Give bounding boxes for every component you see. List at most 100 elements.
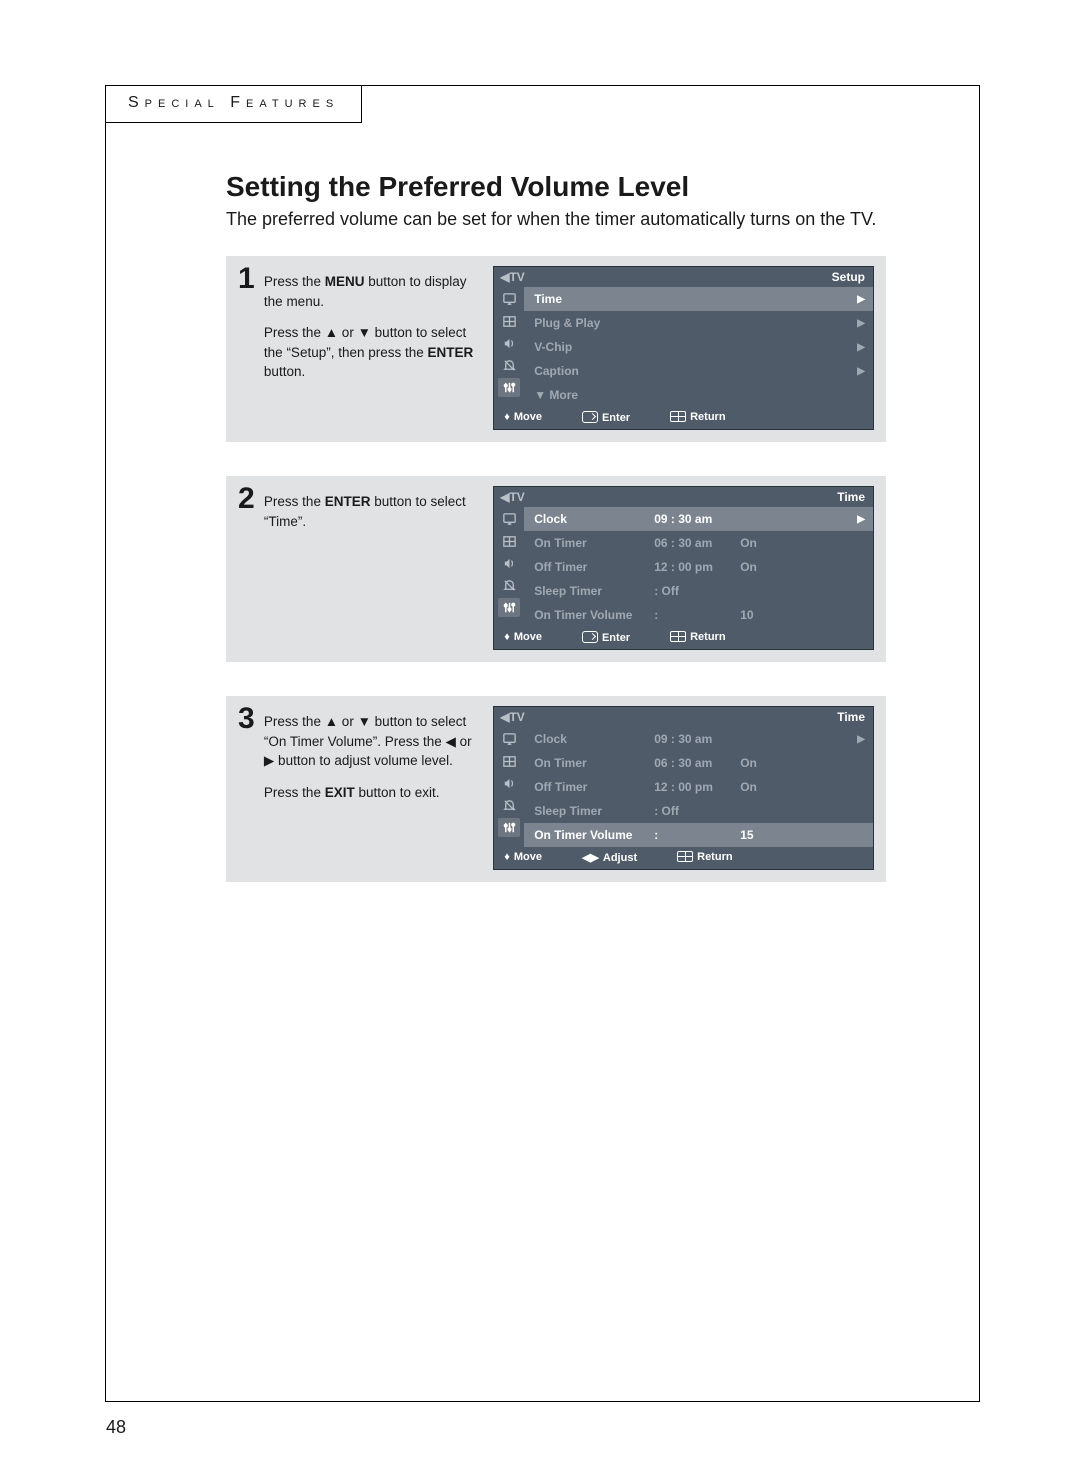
menu-item-state: On bbox=[740, 756, 780, 770]
menu-item-value: 09 : 30 am bbox=[654, 732, 740, 746]
steps-list: 1Press the MENU button to display the me… bbox=[226, 256, 939, 882]
sliders-icon bbox=[498, 598, 520, 617]
osd-menu-item: On Timer Volume:15 bbox=[524, 823, 873, 847]
step-instructions: Press the MENU button to display the men… bbox=[264, 266, 493, 394]
content-area: Setting the Preferred Volume Level The p… bbox=[226, 171, 939, 916]
osd-menu-list: Clock09 : 30 am▶On Timer06 : 30 amOnOff … bbox=[524, 507, 873, 627]
instruction-paragraph: Press the ▲ or ▼ button to select “On Ti… bbox=[264, 712, 481, 771]
footer-hint-enter: Enter bbox=[582, 411, 630, 424]
menu-item-label: ▼ More bbox=[534, 388, 654, 402]
menu-item-state: On bbox=[740, 560, 780, 574]
menu-item-arrow-icon: ▶ bbox=[780, 514, 865, 525]
menu-item-arrow-icon: ▶ bbox=[780, 294, 865, 305]
step-block: 2Press the ENTER button to select “Time”… bbox=[226, 476, 886, 662]
osd-menu-item: Clock09 : 30 am▶ bbox=[524, 507, 873, 531]
menu-item-state: On bbox=[740, 780, 780, 794]
instruction-paragraph: Press the ▲ or ▼ button to select the “S… bbox=[264, 323, 481, 382]
menu-item-value: 12 : 00 pm bbox=[654, 560, 740, 574]
osd-menu-item: Off Timer12 : 00 pmOn bbox=[524, 775, 873, 799]
menu-item-state: 15 bbox=[740, 828, 780, 842]
mute-icon bbox=[498, 356, 520, 375]
sliders-icon bbox=[498, 818, 520, 837]
instruction-paragraph: Press the ENTER button to select “Time”. bbox=[264, 492, 481, 531]
menu-item-label: Time bbox=[534, 292, 654, 306]
menu-item-state: On bbox=[740, 536, 780, 550]
footer-hint-move: ♦Move bbox=[504, 631, 542, 644]
screen-icon bbox=[498, 510, 520, 529]
osd-menu-item: Clock09 : 30 am▶ bbox=[524, 727, 873, 751]
osd-body: Clock09 : 30 am▶On Timer06 : 30 amOnOff … bbox=[494, 727, 873, 847]
menu-item-label: Sleep Timer bbox=[534, 804, 654, 818]
step-block: 1Press the MENU button to display the me… bbox=[226, 256, 886, 442]
step-block: 3Press the ▲ or ▼ button to select “On T… bbox=[226, 696, 886, 882]
osd-footer: ♦MoveEnterReturn bbox=[494, 407, 873, 429]
menu-item-arrow-icon: ▶ bbox=[780, 366, 865, 377]
osd-body: Time ▶ Plug & Play▶ V-Chip ▶ Caption ▶ ▼ More bbox=[494, 287, 873, 407]
step-number: 2 bbox=[238, 484, 264, 514]
osd-menu-item: ▼ More bbox=[524, 383, 873, 407]
osd-screenshot: TVTimeClock09 : 30 am▶On Timer06 : 30 am… bbox=[493, 706, 874, 870]
menu-item-value: 12 : 00 pm bbox=[654, 780, 740, 794]
osd-menu-item: Time ▶ bbox=[524, 287, 873, 311]
speaker-icon bbox=[498, 774, 520, 793]
menu-item-value: : Off bbox=[654, 584, 740, 598]
osd-header: TV Time bbox=[494, 707, 873, 727]
menu-item-label: Caption bbox=[534, 364, 654, 378]
osd-menu-item: Sleep Timer: Off bbox=[524, 799, 873, 823]
menu-item-value: 06 : 30 am bbox=[654, 536, 740, 550]
menu-item-label: Plug & Play bbox=[534, 316, 654, 330]
instruction-paragraph: Press the EXIT button to exit. bbox=[264, 783, 481, 803]
menu-item-value: : bbox=[654, 608, 740, 622]
menu-item-label: On Timer Volume bbox=[534, 828, 654, 842]
footer-hint-return: Return bbox=[670, 411, 725, 424]
screen-icon bbox=[498, 730, 520, 749]
menu-item-label: Off Timer bbox=[534, 780, 654, 794]
menu-item-label: On Timer bbox=[534, 756, 654, 770]
osd-footer: ♦Move Enter Return bbox=[494, 627, 873, 649]
menu-item-label: Off Timer bbox=[534, 560, 654, 574]
menu-item-label: V-Chip bbox=[534, 340, 654, 354]
step-instructions: Press the ▲ or ▼ button to select “On Ti… bbox=[264, 706, 493, 814]
osd-screenshot: TV Setup Time ▶ Plug & Play▶ V-Chip ▶ Caption ▶ ▼… bbox=[493, 266, 874, 430]
enter-icon bbox=[582, 631, 598, 643]
section-tab: Special Features bbox=[105, 85, 362, 123]
osd-menu-item: Plug & Play▶ bbox=[524, 311, 873, 335]
page-frame: Special Features Setting the Preferred V… bbox=[105, 85, 980, 1402]
menu-item-label: On Timer Volume bbox=[534, 608, 654, 622]
sliders-icon bbox=[498, 378, 520, 397]
osd-source-label: TV bbox=[500, 270, 525, 284]
speaker-icon bbox=[498, 554, 520, 573]
footer-hint-enter: Enter bbox=[582, 631, 630, 644]
menu-item-state: 10 bbox=[740, 608, 780, 622]
step-number: 3 bbox=[238, 704, 264, 734]
page-number: 48 bbox=[106, 1417, 126, 1438]
osd-header: TVTime bbox=[494, 487, 873, 507]
osd-menu-list: Clock09 : 30 am▶On Timer06 : 30 amOnOff … bbox=[524, 727, 873, 847]
lead-paragraph: The preferred volume can be set for when… bbox=[226, 209, 939, 230]
enter-icon bbox=[582, 411, 598, 423]
menu-item-label: Sleep Timer bbox=[534, 584, 654, 598]
menu-item-label: On Timer bbox=[534, 536, 654, 550]
menu-item-value: 06 : 30 am bbox=[654, 756, 740, 770]
footer-hint-return: Return bbox=[670, 631, 725, 644]
return-icon bbox=[670, 631, 686, 642]
osd-menu-item: Off Timer12 : 00 pmOn bbox=[524, 555, 873, 579]
osd-menu-title: Time bbox=[837, 710, 865, 724]
menu-item-value: : Off bbox=[654, 804, 740, 818]
menu-item-label: Clock bbox=[534, 512, 654, 526]
osd-menu-title: Setup bbox=[832, 270, 865, 284]
footer-hint-adjust: ◀▶Adjust bbox=[582, 851, 637, 864]
grid-icon bbox=[498, 752, 520, 771]
screen-icon bbox=[498, 290, 520, 309]
osd-menu-list: Time ▶ Plug & Play▶ V-Chip ▶ Caption ▶ ▼ More bbox=[524, 287, 873, 407]
osd-menu-item: V-Chip ▶ bbox=[524, 335, 873, 359]
speaker-icon bbox=[498, 334, 520, 353]
menu-item-label: Clock bbox=[534, 732, 654, 746]
grid-icon bbox=[498, 312, 520, 331]
menu-item-arrow-icon: ▶ bbox=[780, 342, 865, 353]
osd-menu-item: On Timer06 : 30 amOn bbox=[524, 751, 873, 775]
menu-item-value: : bbox=[654, 828, 740, 842]
osd-menu-title: Time bbox=[837, 490, 865, 504]
osd-icon-column bbox=[494, 287, 524, 407]
osd-source-label: TV bbox=[500, 710, 525, 724]
